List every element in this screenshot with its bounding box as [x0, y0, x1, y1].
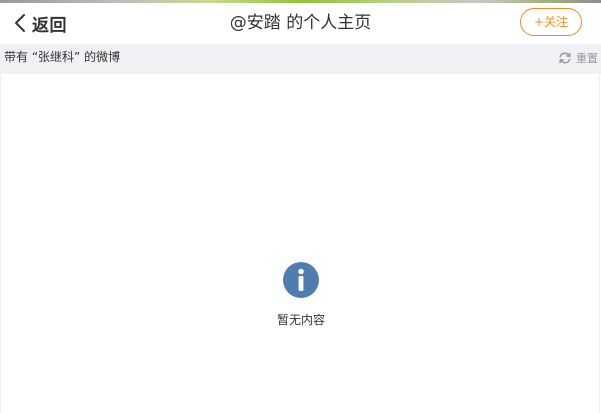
filter-bar: 带有 “张继科” 的微博 重置	[0, 44, 601, 74]
chevron-left-icon	[14, 13, 26, 33]
filter-description: 带有 “张继科” 的微博	[4, 50, 121, 64]
header-bar: 返回 @安踏 的个人主页 +关注	[0, 3, 601, 44]
empty-state: 暂无内容	[251, 262, 351, 328]
info-icon	[251, 262, 351, 298]
back-button[interactable]: 返回	[14, 11, 67, 36]
feed-content-area: 暂无内容	[0, 74, 600, 413]
refresh-icon	[558, 51, 576, 65]
reset-label: 重置	[576, 52, 598, 65]
reset-button[interactable]: 重置	[558, 50, 598, 66]
page-title: @安踏 的个人主页	[229, 13, 372, 33]
empty-state-message: 暂无内容	[276, 313, 325, 327]
back-label: 返回	[32, 15, 67, 36]
profile-page: 返回 @安踏 的个人主页 +关注 带有 “张继科” 的微博 重置 暂无内容	[0, 0, 601, 413]
follow-button[interactable]: +关注	[520, 8, 582, 36]
